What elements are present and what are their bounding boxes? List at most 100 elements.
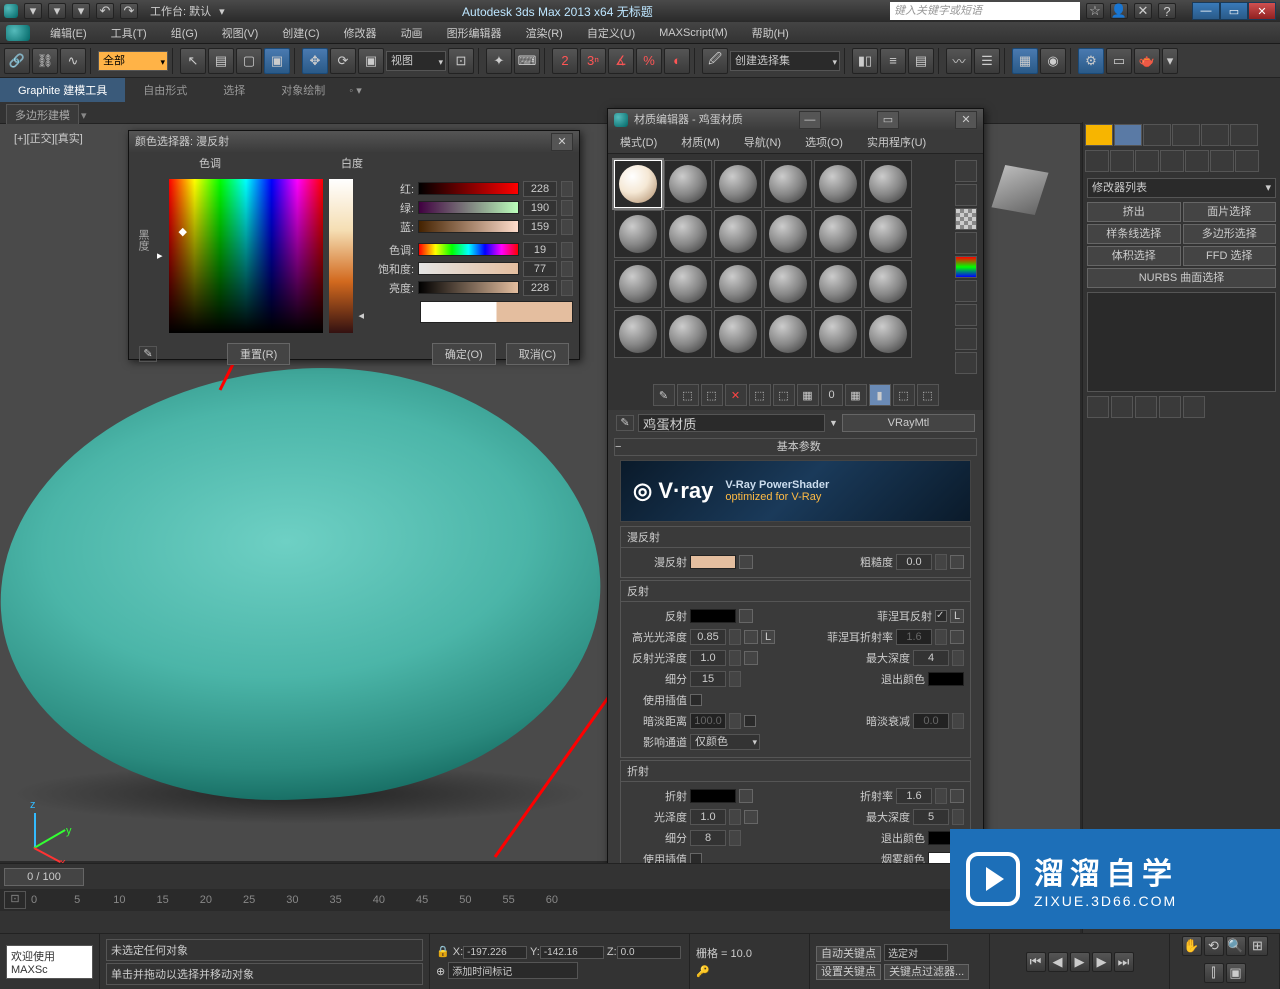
- hue-picker[interactable]: ◆: [169, 179, 323, 333]
- help-search[interactable]: 键入关键字或短语: [890, 2, 1080, 20]
- select-icon[interactable]: [955, 328, 977, 350]
- menu-custom[interactable]: 自定义(U): [575, 22, 647, 44]
- sample-slot[interactable]: [614, 260, 662, 308]
- uv-icon[interactable]: [955, 232, 977, 254]
- hgloss-lock[interactable]: L: [761, 630, 775, 644]
- interp-check[interactable]: [690, 694, 702, 706]
- sample-slot[interactable]: [714, 310, 762, 358]
- pan-btn[interactable]: ✋: [1182, 936, 1202, 956]
- refcoord-drop[interactable]: 视图: [386, 51, 446, 71]
- nav-icon[interactable]: ⬚: [893, 384, 915, 406]
- pctsnap-btn[interactable]: %: [636, 48, 662, 74]
- s-spinner[interactable]: [561, 261, 573, 277]
- maxd-sp[interactable]: [952, 650, 964, 666]
- g-slider[interactable]: [418, 201, 519, 214]
- maxd-value[interactable]: 4: [913, 650, 949, 666]
- h-spinner[interactable]: [561, 242, 573, 258]
- pick-icon[interactable]: ✎: [616, 415, 634, 431]
- g-spinner[interactable]: [561, 200, 573, 216]
- rendersetup-btn[interactable]: ⚙: [1078, 48, 1104, 74]
- goto-start[interactable]: ⏮: [1026, 952, 1046, 972]
- motion-tab[interactable]: [1172, 124, 1200, 146]
- affect-drop[interactable]: 仅颜色: [690, 734, 760, 750]
- sample-type-icon[interactable]: [955, 160, 977, 182]
- material-type-btn[interactable]: VRayMtl: [842, 414, 975, 432]
- h-slider[interactable]: [418, 243, 519, 256]
- key-icon[interactable]: 🔑: [696, 965, 803, 978]
- rfsub-sp[interactable]: [729, 830, 741, 846]
- sample-slot-1[interactable]: [614, 160, 662, 208]
- sample-slot[interactable]: [814, 310, 862, 358]
- bind-btn[interactable]: ∿: [60, 48, 86, 74]
- reflect-map[interactable]: [739, 609, 753, 623]
- time-slider[interactable]: 0 / 100: [4, 868, 84, 886]
- menu-maxscript[interactable]: MAXScript(M): [647, 24, 739, 42]
- fresnel-check[interactable]: [935, 610, 947, 622]
- options-icon[interactable]: [955, 304, 977, 326]
- ior-sp[interactable]: [935, 788, 947, 804]
- setkey-btn[interactable]: 设置关键点: [816, 964, 881, 980]
- mod-spline[interactable]: 样条线选择: [1087, 224, 1181, 244]
- play-btn[interactable]: ▶: [1070, 952, 1090, 972]
- matdlg-close[interactable]: ✕: [955, 111, 977, 129]
- viewport-label[interactable]: [+][正交][真实]: [14, 130, 83, 146]
- infocenter-btn[interactable]: ☆: [1086, 3, 1104, 19]
- egg-object[interactable]: [0, 354, 611, 815]
- menu-edit[interactable]: 编辑(E): [38, 22, 99, 44]
- sample-slot[interactable]: [814, 160, 862, 208]
- mod-ffd[interactable]: FFD 选择: [1183, 246, 1277, 266]
- fresnel-lock[interactable]: L: [950, 609, 964, 623]
- link-btn[interactable]: 🔗: [4, 48, 30, 74]
- sample-slot[interactable]: [864, 260, 912, 308]
- rgloss-map[interactable]: [744, 651, 758, 665]
- maxvp-btn[interactable]: ▣: [1226, 963, 1246, 983]
- sample-slot[interactable]: [764, 210, 812, 258]
- subdiv-value[interactable]: 15: [690, 671, 726, 687]
- show-end-icon[interactable]: ▮: [869, 384, 891, 406]
- prev-frame[interactable]: ◀: [1048, 952, 1068, 972]
- rfsub-value[interactable]: 8: [690, 830, 726, 846]
- sample-slot[interactable]: [864, 160, 912, 208]
- put-mat-icon[interactable]: ⬚: [677, 384, 699, 406]
- r-spinner[interactable]: [561, 181, 573, 197]
- sample-slot[interactable]: [764, 310, 812, 358]
- rfw-btn[interactable]: ▭: [1106, 48, 1132, 74]
- menu-modifiers[interactable]: 修改器: [332, 22, 389, 44]
- sel-vertex[interactable]: [1085, 150, 1109, 172]
- rfgloss-map[interactable]: [744, 810, 758, 824]
- h-value[interactable]: 19: [523, 242, 557, 258]
- rgloss-value[interactable]: 1.0: [690, 650, 726, 666]
- time-slider-track[interactable]: 0 / 100: [0, 863, 1080, 889]
- spinsnap-btn[interactable]: ◐: [664, 48, 690, 74]
- unique-icon2[interactable]: [1135, 396, 1157, 418]
- viewcube[interactable]: [986, 156, 1056, 226]
- pin-stack-icon[interactable]: [1087, 396, 1109, 418]
- exit-swatch[interactable]: [928, 672, 964, 686]
- selfilter-drop[interactable]: 全部: [98, 51, 168, 71]
- menu-group[interactable]: 组(G): [159, 22, 210, 44]
- color-swatch[interactable]: [420, 301, 573, 323]
- mod-extrude[interactable]: 挤出: [1087, 202, 1181, 222]
- matmenu-opt[interactable]: 选项(O): [793, 131, 855, 153]
- mirror-btn[interactable]: ▮▯: [852, 48, 878, 74]
- autokey-btn[interactable]: 自动关键点: [816, 946, 881, 962]
- matdlg-min[interactable]: —: [799, 111, 821, 129]
- mod-poly[interactable]: 多边形选择: [1183, 224, 1277, 244]
- hgloss-map[interactable]: [744, 630, 758, 644]
- rough-map[interactable]: [950, 555, 964, 569]
- qat-new[interactable]: ▾: [24, 3, 42, 19]
- renderdrop-btn[interactable]: ▾: [1162, 48, 1178, 74]
- modifier-list[interactable]: 修改器列表▾: [1087, 178, 1276, 198]
- show-vp-icon[interactable]: ▦: [845, 384, 867, 406]
- material-name-input[interactable]: [638, 414, 825, 432]
- app-menu[interactable]: [6, 25, 30, 41]
- remove-mod-icon[interactable]: [1159, 396, 1181, 418]
- sample-slot[interactable]: [814, 260, 862, 308]
- z-coord[interactable]: 0.0: [617, 946, 681, 959]
- rfgloss-value[interactable]: 1.0: [690, 809, 726, 825]
- menu-help[interactable]: 帮助(H): [740, 22, 801, 44]
- select-btn[interactable]: ↖: [180, 48, 206, 74]
- menu-graph[interactable]: 图形编辑器: [435, 22, 514, 44]
- b-slider[interactable]: [418, 220, 519, 233]
- v-slider[interactable]: [418, 281, 519, 294]
